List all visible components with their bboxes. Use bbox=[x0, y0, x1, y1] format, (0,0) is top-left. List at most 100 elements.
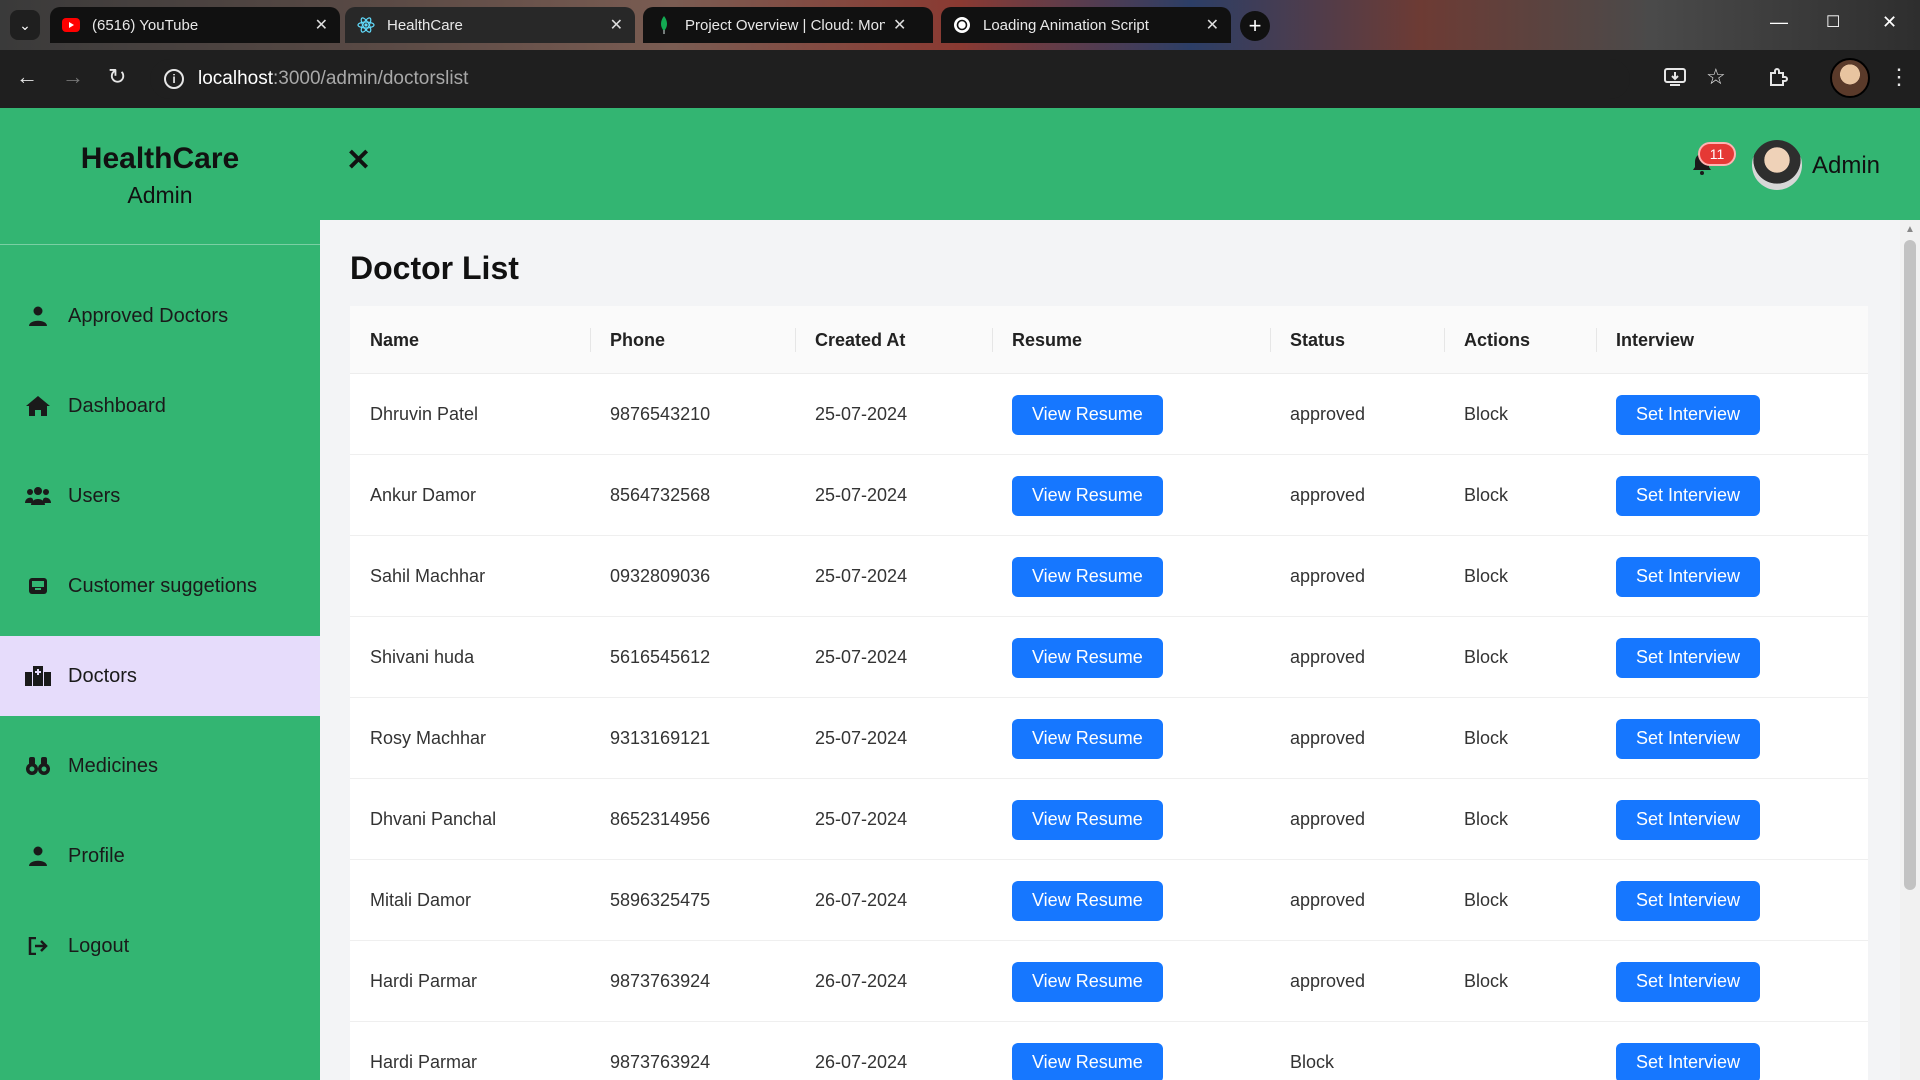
view-resume-button[interactable]: View Resume bbox=[1012, 475, 1163, 516]
table-row: Hardi Parmar 9873763924 26-07-2024 Block Vie… bbox=[350, 1022, 1868, 1080]
users-icon bbox=[24, 484, 52, 508]
mongodb-leaf-icon bbox=[655, 16, 673, 34]
sidebar-item-label: Doctors bbox=[68, 664, 137, 687]
install-app-icon[interactable] bbox=[1664, 67, 1686, 91]
doctor-table: Name Phone Created At Resume Status Acti… bbox=[350, 306, 1868, 1080]
tab-close-icon[interactable]: ✕ bbox=[315, 15, 328, 35]
set-interview-button[interactable]: Set Interview bbox=[1616, 1042, 1761, 1080]
main-content: Doctor List Name Phone Created At Resume… bbox=[320, 220, 1900, 1080]
tab-close-icon[interactable]: ✕ bbox=[893, 15, 906, 35]
cell-action[interactable]: Block bbox=[1464, 536, 1508, 617]
minimize-icon[interactable]: — bbox=[1770, 12, 1788, 33]
cell-interview: Set Interview bbox=[1616, 779, 1761, 860]
back-arrow-icon[interactable]: ← bbox=[16, 66, 38, 88]
view-resume-button[interactable]: View Resume bbox=[1012, 799, 1163, 840]
set-interview-button[interactable]: Set Interview bbox=[1616, 961, 1761, 1002]
cell-status: approved bbox=[1290, 404, 1366, 424]
column-divider bbox=[1596, 328, 1597, 352]
admin-avatar[interactable] bbox=[1752, 140, 1802, 190]
set-interview-button[interactable]: Set Interview bbox=[1616, 718, 1761, 759]
sidebar-item-customer-suggestions[interactable]: Customer suggetions bbox=[0, 546, 320, 626]
column-header-name: Name bbox=[370, 329, 420, 350]
cell-phone: 8564732568 bbox=[610, 485, 711, 505]
cell-action[interactable]: Block bbox=[1464, 860, 1508, 941]
column-divider bbox=[590, 328, 591, 352]
set-interview-button[interactable]: Set Interview bbox=[1616, 394, 1761, 435]
sidebar-item-profile[interactable]: Profile bbox=[0, 816, 320, 896]
scrollbar-thumb[interactable] bbox=[1904, 240, 1916, 890]
view-resume-button[interactable]: View Resume bbox=[1012, 718, 1163, 759]
chatgpt-icon bbox=[953, 16, 971, 34]
column-divider bbox=[1270, 328, 1271, 352]
cell-created-at: 26-07-2024 bbox=[815, 1052, 908, 1072]
sidebar-item-doctors[interactable]: Doctors bbox=[0, 636, 320, 716]
tab-close-icon[interactable]: ✕ bbox=[610, 15, 623, 35]
cell-action[interactable]: Block bbox=[1464, 617, 1508, 698]
cell-name: Dhruvin Patel bbox=[370, 404, 479, 424]
sidebar-item-dashboard[interactable]: Dashboard bbox=[0, 366, 320, 446]
tab-search-chevron-icon[interactable]: ⌄ bbox=[10, 10, 40, 40]
sidebar-item-logout[interactable]: Logout bbox=[0, 906, 320, 986]
set-interview-button[interactable]: Set Interview bbox=[1616, 475, 1761, 516]
cell-status: approved bbox=[1290, 809, 1366, 829]
cell-resume: View Resume bbox=[1012, 698, 1163, 779]
cell-action[interactable]: Block bbox=[1464, 941, 1508, 1022]
cell-name: Dhvani Panchal bbox=[370, 809, 497, 829]
cell-action[interactable]: Block bbox=[1464, 779, 1508, 860]
scroll-up-arrow-icon[interactable]: ▲ bbox=[1905, 224, 1915, 235]
view-resume-button[interactable]: View Resume bbox=[1012, 637, 1163, 678]
view-resume-button[interactable]: View Resume bbox=[1012, 880, 1163, 921]
tab-youtube[interactable]: (6516) YouTube ✕ bbox=[50, 7, 340, 43]
extensions-puzzle-icon[interactable] bbox=[1768, 67, 1788, 91]
browser-menu-icon[interactable]: ⋮ bbox=[1888, 66, 1910, 88]
brand-name: HealthCare bbox=[80, 142, 240, 175]
cell-action[interactable]: Block bbox=[1464, 374, 1508, 455]
cell-phone: 5896325475 bbox=[610, 890, 711, 910]
youtube-icon bbox=[62, 16, 80, 34]
sidebar-item-users[interactable]: Users bbox=[0, 456, 320, 536]
notification-badge[interactable]: 11 bbox=[1698, 142, 1736, 166]
set-interview-button[interactable]: Set Interview bbox=[1616, 556, 1761, 597]
browser-profile-avatar[interactable] bbox=[1830, 58, 1870, 98]
page-scrollbar[interactable]: ▲ bbox=[1900, 220, 1920, 1080]
tab-healthcare[interactable]: HealthCare ✕ bbox=[345, 7, 635, 43]
column-header-status: Status bbox=[1290, 329, 1346, 350]
set-interview-button[interactable]: Set Interview bbox=[1616, 637, 1761, 678]
view-resume-button[interactable]: View Resume bbox=[1012, 1042, 1163, 1080]
view-resume-button[interactable]: View Resume bbox=[1012, 394, 1163, 435]
cell-interview: Set Interview bbox=[1616, 1022, 1761, 1080]
view-resume-button[interactable]: View Resume bbox=[1012, 556, 1163, 597]
tab-close-icon[interactable]: ✕ bbox=[1206, 15, 1219, 35]
cell-action[interactable]: Block bbox=[1464, 698, 1508, 779]
bookmark-star-icon[interactable]: ☆ bbox=[1706, 66, 1726, 88]
tab-chatgpt[interactable]: Loading Animation Script ✕ bbox=[941, 7, 1231, 43]
column-header-resume: Resume bbox=[1012, 329, 1083, 350]
window-close-icon[interactable]: ✕ bbox=[1882, 12, 1897, 33]
table-row: Dhruvin Patel 9876543210 25-07-2024 approve… bbox=[350, 374, 1868, 455]
cell-interview: Set Interview bbox=[1616, 860, 1761, 941]
cell-action[interactable]: Block bbox=[1464, 455, 1508, 536]
new-tab-plus-icon[interactable]: + bbox=[1240, 11, 1270, 41]
sidebar-item-approved-doctors[interactable]: Approved Doctors bbox=[0, 276, 320, 356]
maximize-icon[interactable]: ☐ bbox=[1826, 12, 1840, 32]
table-row: Sahil Machhar 0932809036 25-07-2024 approve… bbox=[350, 536, 1868, 617]
reload-icon[interactable]: ↻ bbox=[108, 66, 126, 88]
cell-name: Shivani huda bbox=[370, 647, 475, 667]
cell-phone: 9876543210 bbox=[610, 404, 711, 424]
cell-status: approved bbox=[1290, 728, 1366, 748]
admin-name[interactable]: Admin bbox=[1812, 152, 1880, 180]
set-interview-button[interactable]: Set Interview bbox=[1616, 799, 1761, 840]
cell-name: Sahil Machhar bbox=[370, 566, 486, 586]
close-sidebar-icon[interactable]: ✕ bbox=[346, 146, 371, 176]
table-row: Shivani huda 5616545612 25-07-2024 approved… bbox=[350, 617, 1868, 698]
column-header-created-at: Created At bbox=[815, 329, 906, 350]
tab-mongodb[interactable]: Project Overview | Cloud: MongoDB ✕ bbox=[643, 7, 933, 43]
table-header: Name Phone Created At Resume Status Acti… bbox=[350, 306, 1868, 374]
view-resume-button[interactable]: View Resume bbox=[1012, 961, 1163, 1002]
sidebar-item-medicines[interactable]: Medicines bbox=[0, 726, 320, 806]
site-info-icon[interactable]: i bbox=[164, 69, 184, 89]
address-bar[interactable]: i localhost :3000/admin/doctorslist bbox=[150, 59, 1630, 99]
column-header-actions: Actions bbox=[1464, 329, 1531, 350]
forward-arrow-icon[interactable]: → bbox=[62, 66, 84, 88]
set-interview-button[interactable]: Set Interview bbox=[1616, 880, 1761, 921]
